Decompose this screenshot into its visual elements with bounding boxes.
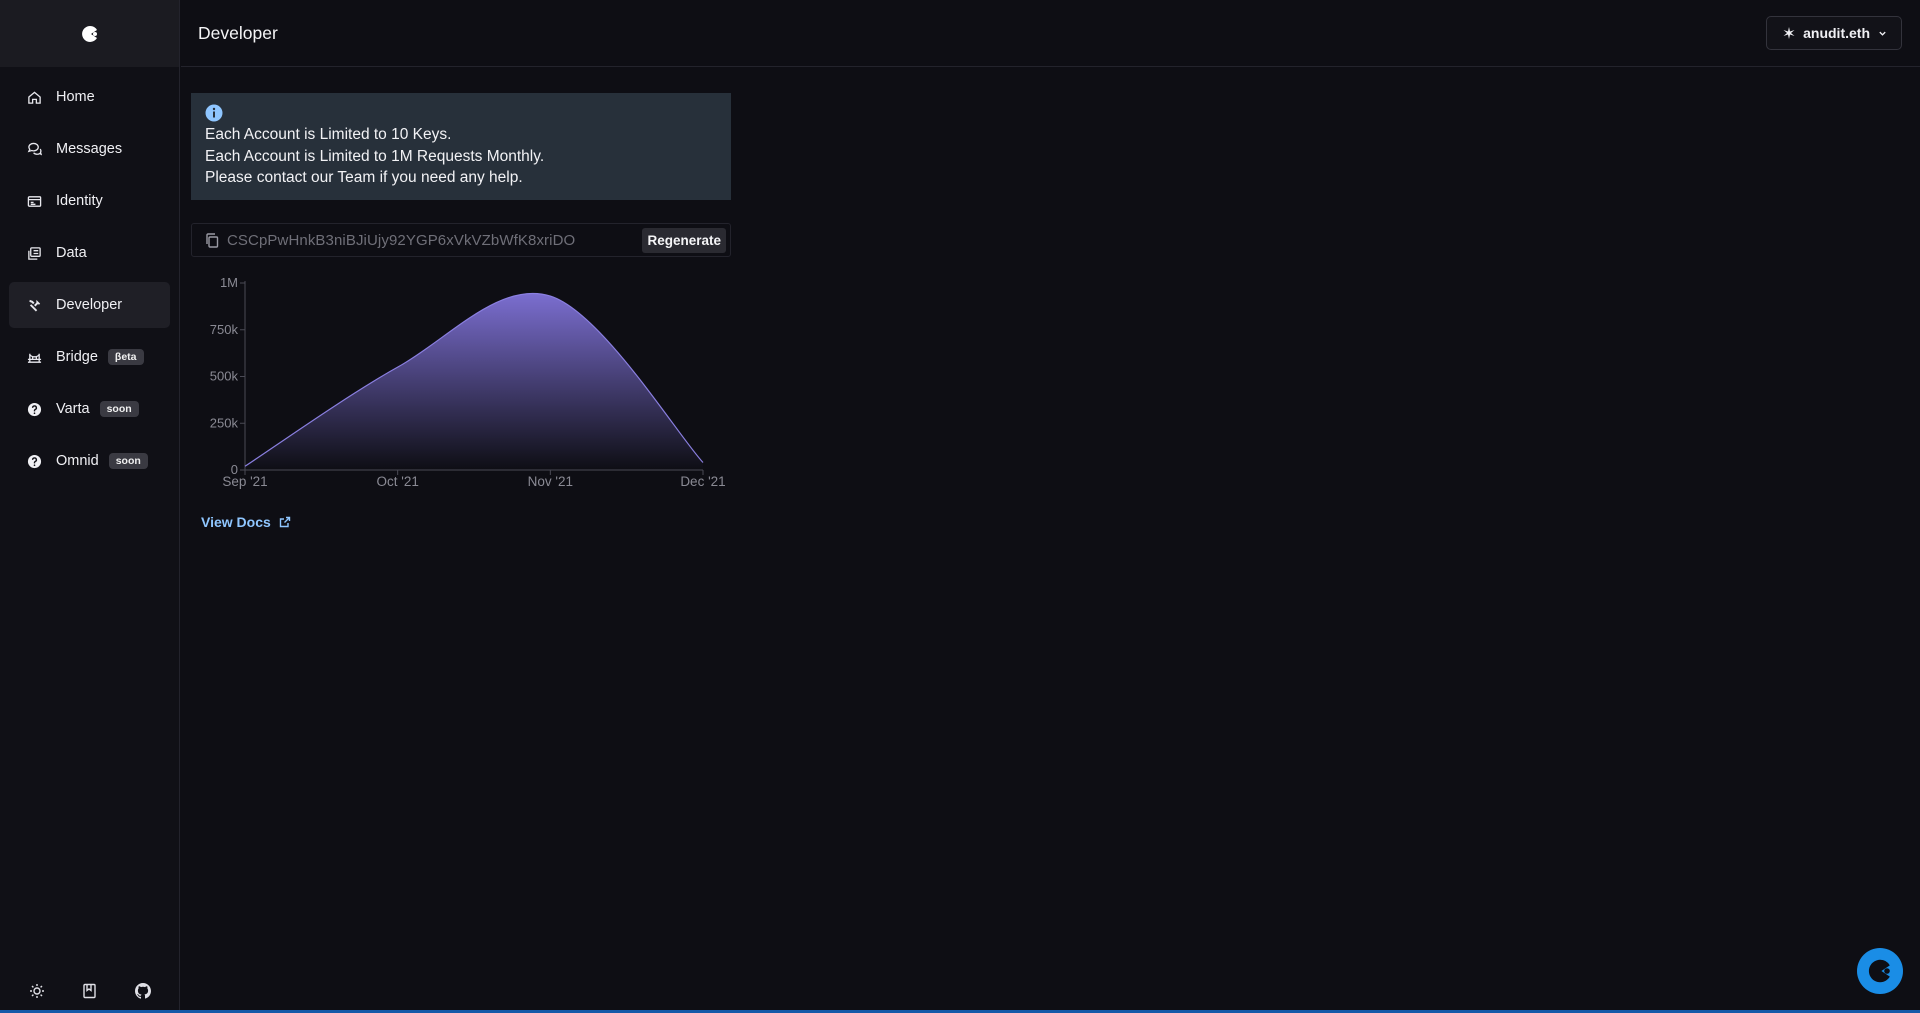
identity-icon [26, 193, 42, 209]
account-icon [1783, 27, 1795, 39]
x-tick-label: Dec '21 [680, 474, 725, 489]
data-icon [26, 245, 42, 261]
sidebar-item-bridge[interactable]: Bridge βeta [9, 334, 170, 380]
info-line: Please contact our Team if you need any … [205, 169, 523, 186]
sidebar-item-label: Bridge [56, 349, 98, 365]
regenerate-button[interactable]: Regenerate [642, 227, 726, 253]
api-key-value[interactable]: CSCpPwHnkB3niBJiUjy92YGP6xVkVZbWfK8xriDO [227, 232, 642, 249]
chevron-down-icon [1879, 31, 1886, 36]
view-docs-link[interactable]: View Docs [201, 514, 291, 530]
sidebar-item-data[interactable]: Data [9, 230, 170, 276]
sidebar-item-omnid[interactable]: Omnid soon [9, 438, 170, 484]
usage-area [245, 293, 703, 470]
messages-icon [26, 141, 42, 157]
home-icon [26, 89, 42, 105]
sidebar-item-identity[interactable]: Identity [9, 178, 170, 224]
sidebar-item-label: Home [56, 89, 95, 105]
sidebar-item-label: Varta [56, 401, 90, 417]
sidebar-nav: Home Messages Identity Data Developer Bridge β… [0, 67, 179, 484]
x-tick-label: Oct '21 [376, 474, 418, 489]
y-tick-label: 250k [210, 415, 239, 430]
x-tick-label: Nov '21 [528, 474, 573, 489]
hammer-icon [26, 297, 42, 313]
info-icon [205, 104, 223, 122]
logo-icon [1868, 959, 1890, 983]
sidebar-item-label: Messages [56, 141, 123, 157]
sidebar-item-messages[interactable]: Messages [9, 126, 170, 172]
sidebar-footer [0, 979, 180, 1003]
sidebar-item-badge: soon [99, 401, 139, 417]
sidebar-item-badge: βeta [107, 349, 144, 365]
sidebar-item-label: Identity [56, 193, 103, 209]
sun-icon[interactable] [25, 979, 49, 1003]
sidebar-item-label: Data [56, 245, 87, 261]
sidebar-item-home[interactable]: Home [9, 74, 170, 120]
account-name: anudit.eth [1803, 25, 1870, 41]
question-icon [26, 401, 42, 417]
app-logo[interactable] [0, 0, 179, 67]
info-line: Each Account is Limited to 1M Requests M… [205, 147, 545, 165]
y-tick-label: 500k [210, 369, 239, 384]
y-tick-label: 750k [210, 322, 239, 337]
github-icon[interactable] [131, 979, 155, 1003]
top-bar: Developer anudit.eth [181, 0, 1920, 67]
sidebar-item-label: Developer [56, 297, 123, 313]
sidebar-item-developer[interactable]: Developer [9, 282, 170, 328]
x-tick-label: Sep '21 [222, 474, 267, 489]
sidebar-item-varta[interactable]: Varta soon [9, 386, 170, 432]
info-alert: Each Account is Limited to 10 Keys. Each… [191, 93, 731, 200]
usage-chart: 0 250k 500k 750k 1M Sep '21 Oct '21 Nov '21 Dec … [191, 273, 751, 518]
question-icon [26, 453, 42, 469]
main-content: Each Account is Limited to 10 Keys. Each… [191, 93, 731, 530]
bridge-icon [26, 349, 42, 365]
y-tick-label: 1M [220, 275, 238, 290]
account-dropdown[interactable]: anudit.eth [1766, 16, 1902, 50]
external-link-icon [279, 516, 290, 528]
sidebar-item-label: Omnid [56, 453, 99, 469]
page-title: Developer [198, 22, 278, 43]
help-chat-button[interactable] [1857, 948, 1903, 994]
logo-icon [81, 25, 97, 42]
sidebar-item-badge: soon [108, 453, 148, 469]
view-docs-label: View Docs [201, 514, 271, 530]
copy-icon[interactable] [205, 232, 219, 248]
api-key-row: CSCpPwHnkB3niBJiUjy92YGP6xVkVZbWfK8xriDO… [191, 223, 731, 257]
usage-chart-svg: 0250k500k750k1MSep '21 Oct '21 Nov '21 Dec … [210, 275, 726, 489]
book-icon[interactable] [78, 979, 102, 1003]
info-line: Each Account is Limited to 10 Keys. [205, 126, 452, 143]
sidebar: Home Messages Identity Data Developer Bridge β… [0, 0, 180, 1013]
